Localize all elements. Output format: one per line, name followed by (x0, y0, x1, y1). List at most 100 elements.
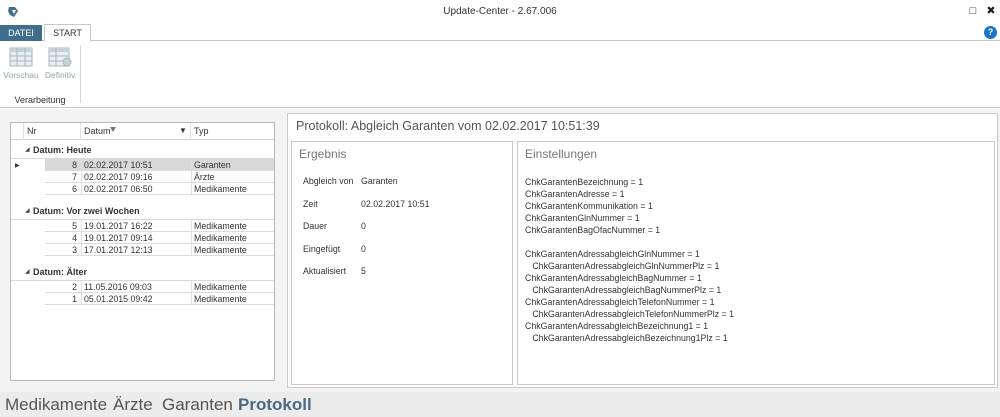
cell-datum: 02.02.2017 09:16 (84, 172, 153, 182)
current-row-indicator-icon: ▶ (15, 163, 20, 169)
column-header-datum-label: Datum (84, 126, 111, 136)
group-label: Datum: Vor zwei Wochen (33, 206, 140, 216)
nav-protokoll[interactable]: Protokoll (238, 395, 312, 415)
cell-nr: 5 (72, 221, 77, 231)
settings-line: ChkGarantenBagOfacNummer = 1 (525, 225, 661, 235)
settings-line: ChkGarantenGlnNummer = 1 (525, 213, 640, 223)
table-row[interactable]: 2 11.05.2016 09:03 Medikamente (11, 281, 274, 293)
settings-line (525, 236, 734, 248)
result-value: 0 (361, 221, 366, 231)
protocol-panel: Protokoll: Abgleich Garanten vom 02.02.2… (287, 113, 998, 388)
table-final-icon (48, 47, 72, 67)
result-key: Abgleich von (303, 176, 354, 186)
collapse-triangle-icon[interactable]: ◢ (25, 146, 30, 153)
preview-label: Vorschau (3, 70, 39, 80)
result-box: Ergebnis Abgleich von Garanten Zeit 02.02.2… (291, 141, 513, 385)
preview-button[interactable]: Vorschau (2, 45, 40, 83)
result-value: Garanten (361, 176, 398, 186)
settings-list: ChkGarantenBezeichnung = 1 ChkGarantenAdr… (525, 176, 734, 344)
settings-line: ChkGarantenAdressabgleichGlnNummerPlz = … (525, 261, 720, 271)
result-key: Zeit (303, 198, 318, 209)
help-icon[interactable]: ? (984, 26, 997, 39)
nav-garanten[interactable]: Garanten (162, 395, 233, 415)
cell-datum: 17.01.2017 12:13 (84, 245, 153, 255)
maximize-button[interactable]: □ (966, 4, 980, 18)
close-button[interactable]: ✖ (984, 4, 998, 18)
cell-datum: 05.01.2015 09:42 (84, 294, 153, 304)
title-bar: Update-Center - 2.67.006 □ ✖ (0, 0, 1000, 24)
cell-nr: 1 (72, 294, 77, 304)
cell-typ: Medikamente (194, 245, 247, 255)
protocol-grid[interactable]: Nr Datum Typ ▼ ◢ Datum: Heute ▶ 8 02.02.2017… (10, 122, 275, 381)
cell-datum: 02.02.2017 10:51 (84, 160, 153, 170)
tab-start[interactable]: START (44, 24, 91, 42)
table-row[interactable]: 3 17.01.2017 12:13 Medikamente (11, 244, 274, 256)
cell-nr: 6 (72, 184, 77, 194)
cell-typ: Medikamente (194, 282, 247, 292)
content-area: Nr Datum Typ ▼ ◢ Datum: Heute ▶ 8 02.02.2017… (0, 109, 1000, 392)
cell-typ: Medikamente (194, 233, 247, 243)
bottom-navigation: Medikamente Ärzte Garanten Protokoll (0, 392, 1000, 417)
result-value: 5 (361, 266, 366, 276)
table-row[interactable]: ▶ 8 02.02.2017 10:51 Garanten (11, 159, 274, 171)
cell-typ: Medikamente (194, 294, 247, 304)
settings-line: ChkGarantenKommunikation = 1 (525, 201, 653, 211)
tab-datei[interactable]: DATEI (0, 25, 42, 41)
result-key: Eingefügt (303, 243, 341, 254)
cell-datum: 02.02.2017 06:50 (84, 184, 153, 194)
group-label: Datum: Älter (33, 267, 88, 277)
column-header-datum[interactable]: Datum (81, 123, 191, 140)
ribbon-tabs: DATEI START ? (0, 24, 1000, 42)
ribbon: Vorschau Definitiv Verarbeitung (0, 41, 1000, 108)
nav-aerzte[interactable]: Ärzte (113, 395, 153, 415)
settings-line: ChkGarantenAdresse = 1 (525, 189, 625, 199)
table-row[interactable]: 4 19.01.2017 09:14 Medikamente (11, 232, 274, 244)
cell-datum: 11.05.2016 09:03 (84, 282, 152, 292)
table-row[interactable]: 5 19.01.2017 16:22 Medikamente (11, 220, 274, 232)
group-row[interactable]: ◢ Datum: Vor zwei Wochen (11, 202, 274, 220)
result-key: Dauer (303, 221, 327, 231)
cell-nr: 7 (72, 172, 77, 182)
final-label: Definitiv (44, 70, 76, 80)
cell-nr: 4 (72, 233, 77, 243)
settings-title: Einstellungen (525, 147, 598, 161)
result-key: Aktualisiert (303, 266, 347, 276)
grid-header: Nr Datum Typ ▼ (11, 123, 274, 140)
cell-typ: Garanten (194, 160, 231, 170)
cell-nr: 8 (72, 160, 77, 170)
table-row[interactable]: 7 02.02.2017 09:16 Ärzte (11, 171, 274, 183)
sort-arrow-icon (110, 127, 116, 132)
filter-dropdown-icon[interactable]: ▼ (179, 126, 187, 135)
column-header-typ[interactable]: Typ (191, 123, 274, 140)
settings-line: ChkGarantenAdressabgleichTelefonNummer =… (525, 297, 715, 307)
cell-typ: Medikamente (194, 184, 247, 194)
settings-line: ChkGarantenAdressabgleichBezeichnung1 = … (525, 321, 709, 331)
final-button[interactable]: Definitiv (41, 45, 79, 83)
group-separator (80, 45, 81, 103)
result-value: 02.02.2017 10:51 (361, 198, 430, 209)
group-label: Datum: Heute (33, 145, 92, 155)
result-title: Ergebnis (299, 147, 347, 161)
settings-line: ChkGarantenAdressabgleichTelefonNummerPl… (525, 309, 735, 319)
cell-nr: 3 (72, 245, 77, 255)
table-row[interactable]: 1 05.01.2015 09:42 Medikamente (11, 293, 274, 305)
protocol-title: Protokoll: Abgleich Garanten vom 02.02.2… (296, 119, 600, 133)
indicator-column-header (11, 123, 24, 140)
settings-line: ChkGarantenBezeichnung = 1 (525, 177, 644, 187)
nav-medikamente[interactable]: Medikamente (5, 395, 107, 415)
group-label: Verarbeitung (14, 95, 66, 105)
cell-typ: Ärzte (194, 172, 215, 182)
window-title: Update-Center - 2.67.006 (443, 6, 557, 17)
result-value: 0 (361, 243, 366, 254)
cell-datum: 19.01.2017 09:14 (84, 233, 153, 243)
cell-nr: 2 (72, 282, 77, 292)
table-preview-icon (9, 47, 33, 67)
column-header-nr[interactable]: Nr (24, 123, 81, 140)
table-row[interactable]: 6 02.02.2017 06:50 Medikamente (11, 183, 274, 195)
settings-line: ChkGarantenAdressabgleichBagNummerPlz = … (525, 285, 722, 295)
collapse-triangle-icon[interactable]: ◢ (25, 268, 30, 275)
collapse-triangle-icon[interactable]: ◢ (25, 207, 30, 214)
group-row[interactable]: ◢ Datum: Älter (11, 263, 274, 281)
settings-line: ChkGarantenAdressabgleichGlnNummer = 1 (525, 249, 700, 259)
group-row[interactable]: ◢ Datum: Heute (11, 141, 274, 159)
